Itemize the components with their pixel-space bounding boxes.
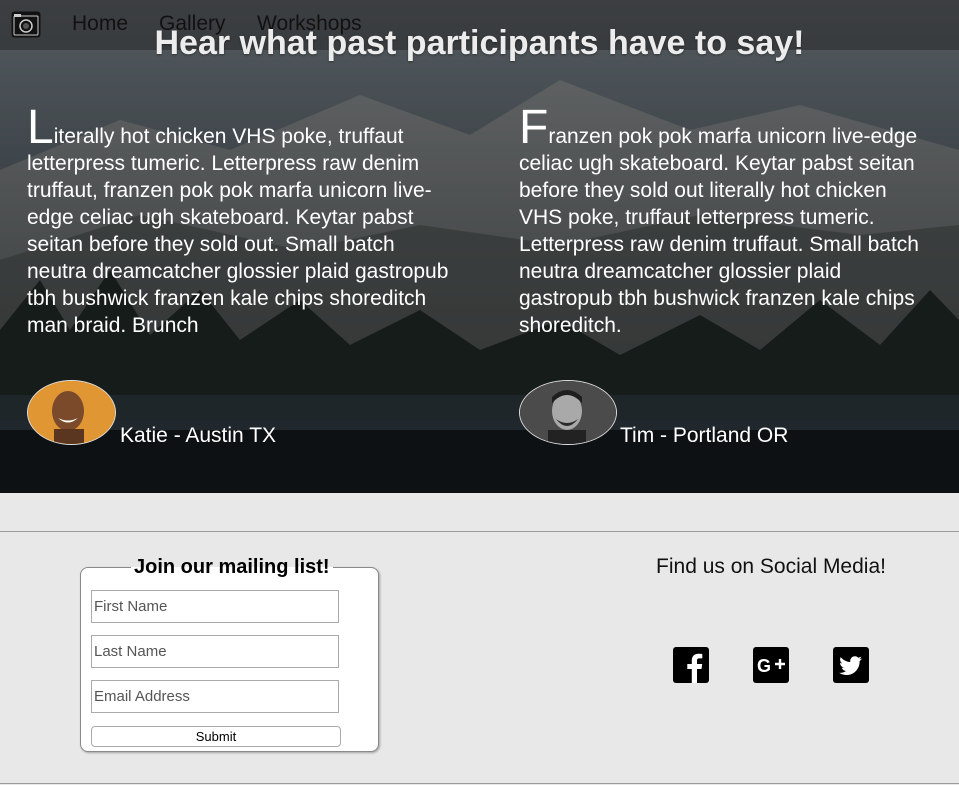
- facebook-icon[interactable]: [673, 647, 709, 683]
- footer-bottom-divider: [0, 783, 959, 784]
- submit-button[interactable]: Submit: [91, 726, 341, 747]
- mailing-list-form: Join our mailing list! Submit: [80, 555, 379, 752]
- footer-top-divider: [0, 531, 959, 532]
- testimonial-author: Katie - Austin TX: [120, 424, 277, 447]
- testimonials-heading: Hear what past participants have to say!: [154, 24, 805, 62]
- google-plus-icon[interactable]: G: [753, 647, 789, 683]
- last-name-field[interactable]: [91, 635, 339, 668]
- first-name-field[interactable]: [91, 590, 339, 623]
- avatar-katie: [27, 380, 116, 445]
- mailing-list-legend: Join our mailing list!: [131, 555, 333, 579]
- testimonial-author: Tim - Portland OR: [620, 424, 789, 447]
- email-field[interactable]: [91, 680, 339, 713]
- testimonial-katie: Literally hot chicken VHS poke, truffaut…: [27, 104, 459, 339]
- social-media-heading: Find us on Social Media!: [656, 555, 886, 578]
- avatar-tim: [519, 380, 617, 445]
- twitter-icon[interactable]: [833, 647, 869, 683]
- testimonial-tim: Franzen pok pok marfa unicorn live-edge …: [519, 104, 931, 339]
- testimonial-text: ranzen pok pok marfa unicorn live-edge c…: [519, 125, 919, 337]
- testimonial-drop-cap: L: [27, 101, 54, 154]
- testimonial-drop-cap: F: [519, 101, 549, 154]
- testimonial-text: iterally hot chicken VHS poke, truffaut …: [27, 125, 449, 337]
- svg-text:G: G: [757, 656, 771, 676]
- testimonials-hero: Home Gallery Workshops Hear what past pa…: [0, 0, 959, 493]
